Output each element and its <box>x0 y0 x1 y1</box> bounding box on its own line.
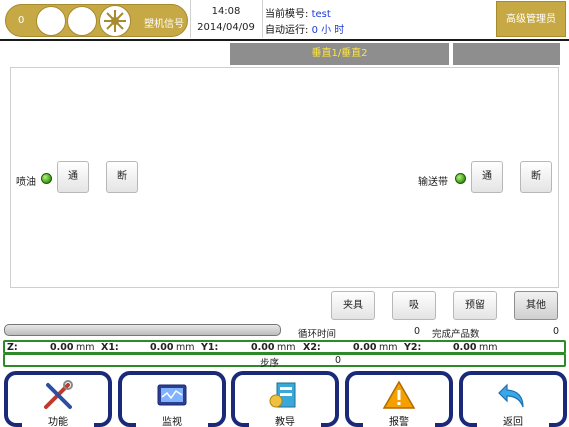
return-arrow-icon <box>498 383 524 408</box>
nav-monitor-button[interactable]: 监视 <box>118 371 226 427</box>
coord-x1-unit: mm <box>176 342 195 353</box>
datetime: 14:08 2014/04/09 <box>191 0 261 38</box>
coord-z-value: 0.00 <box>50 342 74 353</box>
nav-function-button[interactable]: 功能 <box>4 371 112 427</box>
coordinate-readout: Z: 0.00 mm X1: 0.00 mm Y1: 0.00 mm X2: 0… <box>3 340 566 354</box>
coord-x2-unit: mm <box>379 342 398 353</box>
nav-alarm-button[interactable]: 报警 <box>345 371 453 427</box>
spray-on-button[interactable]: 通 <box>57 161 89 193</box>
mold-info: 当前模号: test 自动运行: 0 小 时 <box>265 0 495 38</box>
step-label: 步序 <box>260 358 280 369</box>
signal-count: 0 <box>18 15 25 26</box>
coord-x1-value: 0.00 <box>150 342 174 353</box>
signal-indicator-1 <box>36 6 66 36</box>
header-rule <box>0 39 569 41</box>
warning-icon <box>382 380 416 409</box>
coord-x1-label: X1: <box>101 342 119 353</box>
signal-panel[interactable]: 0 塑机信号 <box>5 4 188 37</box>
fan-icon <box>99 5 131 37</box>
tab-secondary[interactable] <box>453 43 560 65</box>
header-divider <box>262 0 263 38</box>
finished-count-label: 完成产品数 <box>432 329 480 340</box>
nav-return-button[interactable]: 返回 <box>459 371 567 427</box>
nav-alarm-label: 报警 <box>389 417 409 427</box>
signal-indicator-2 <box>67 6 97 36</box>
conveyor-on-button[interactable]: 通 <box>471 161 503 193</box>
finished-count-value: 0 <box>553 326 560 337</box>
coord-z-unit: mm <box>76 342 95 353</box>
step-readout: 步序 0 <box>3 353 566 369</box>
clock-date: 2014/04/09 <box>197 22 255 33</box>
coord-y2-unit: mm <box>479 342 498 353</box>
coord-y1-label: Y1: <box>201 342 219 353</box>
teach-icon <box>269 382 296 408</box>
monitor-icon <box>157 384 187 406</box>
mold-value: test <box>311 9 331 20</box>
coord-x2-label: X2: <box>303 342 321 353</box>
clamp-button[interactable]: 夹具 <box>331 291 375 320</box>
nav-return-label: 返回 <box>503 417 523 427</box>
spray-off-button[interactable]: 断 <box>106 161 138 193</box>
auto-run-value: 0 小 时 <box>311 25 345 36</box>
coord-y2-label: Y2: <box>404 342 422 353</box>
mold-label: 当前模号: <box>265 9 309 20</box>
nav-function-label: 功能 <box>48 417 68 427</box>
suction-button[interactable]: 吸 <box>392 291 436 320</box>
signal-label: 塑机信号 <box>144 19 184 30</box>
auto-run-label: 自动运行: <box>265 25 309 36</box>
cycle-progress-bar <box>4 324 281 336</box>
conveyor-status-led <box>455 173 466 184</box>
spray-status-led <box>41 173 52 184</box>
nav-monitor-label: 监视 <box>162 417 182 427</box>
coord-y1-value: 0.00 <box>251 342 275 353</box>
coord-y2-value: 0.00 <box>453 342 477 353</box>
nav-teach-button[interactable]: 教导 <box>231 371 339 427</box>
clock-time: 14:08 <box>211 6 241 17</box>
tab-vertical[interactable]: 垂直1/垂直2 <box>230 43 449 65</box>
cycle-time-value: 0 <box>414 326 421 337</box>
conveyor-off-button[interactable]: 断 <box>520 161 552 193</box>
conveyor-label: 输送带 <box>418 177 448 188</box>
spray-label: 喷油 <box>16 177 36 188</box>
admin-button[interactable]: 高级管理员 <box>496 1 566 37</box>
tools-icon <box>44 380 73 409</box>
coord-z-label: Z: <box>7 342 18 353</box>
coord-x2-value: 0.00 <box>353 342 377 353</box>
cycle-time-label: 循环时间 <box>298 329 337 340</box>
other-button[interactable]: 其他 <box>514 291 558 320</box>
step-value: 0 <box>335 355 342 366</box>
reserve-button[interactable]: 预留 <box>453 291 497 320</box>
coord-y1-unit: mm <box>277 342 296 353</box>
nav-teach-label: 教导 <box>275 417 295 427</box>
